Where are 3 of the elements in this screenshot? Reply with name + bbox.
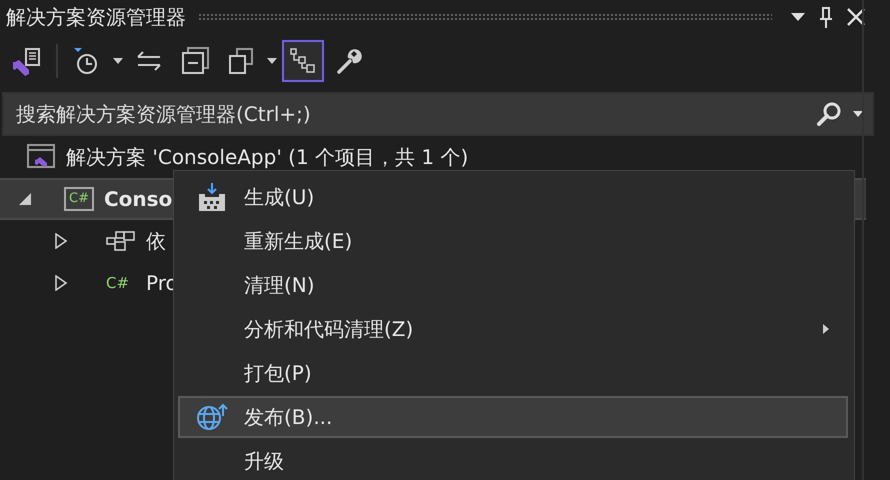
csharp-project-icon: C# [64,187,94,211]
csharp-file-icon: C# [106,274,136,292]
window-title: 解决方案资源管理器 [6,4,186,30]
